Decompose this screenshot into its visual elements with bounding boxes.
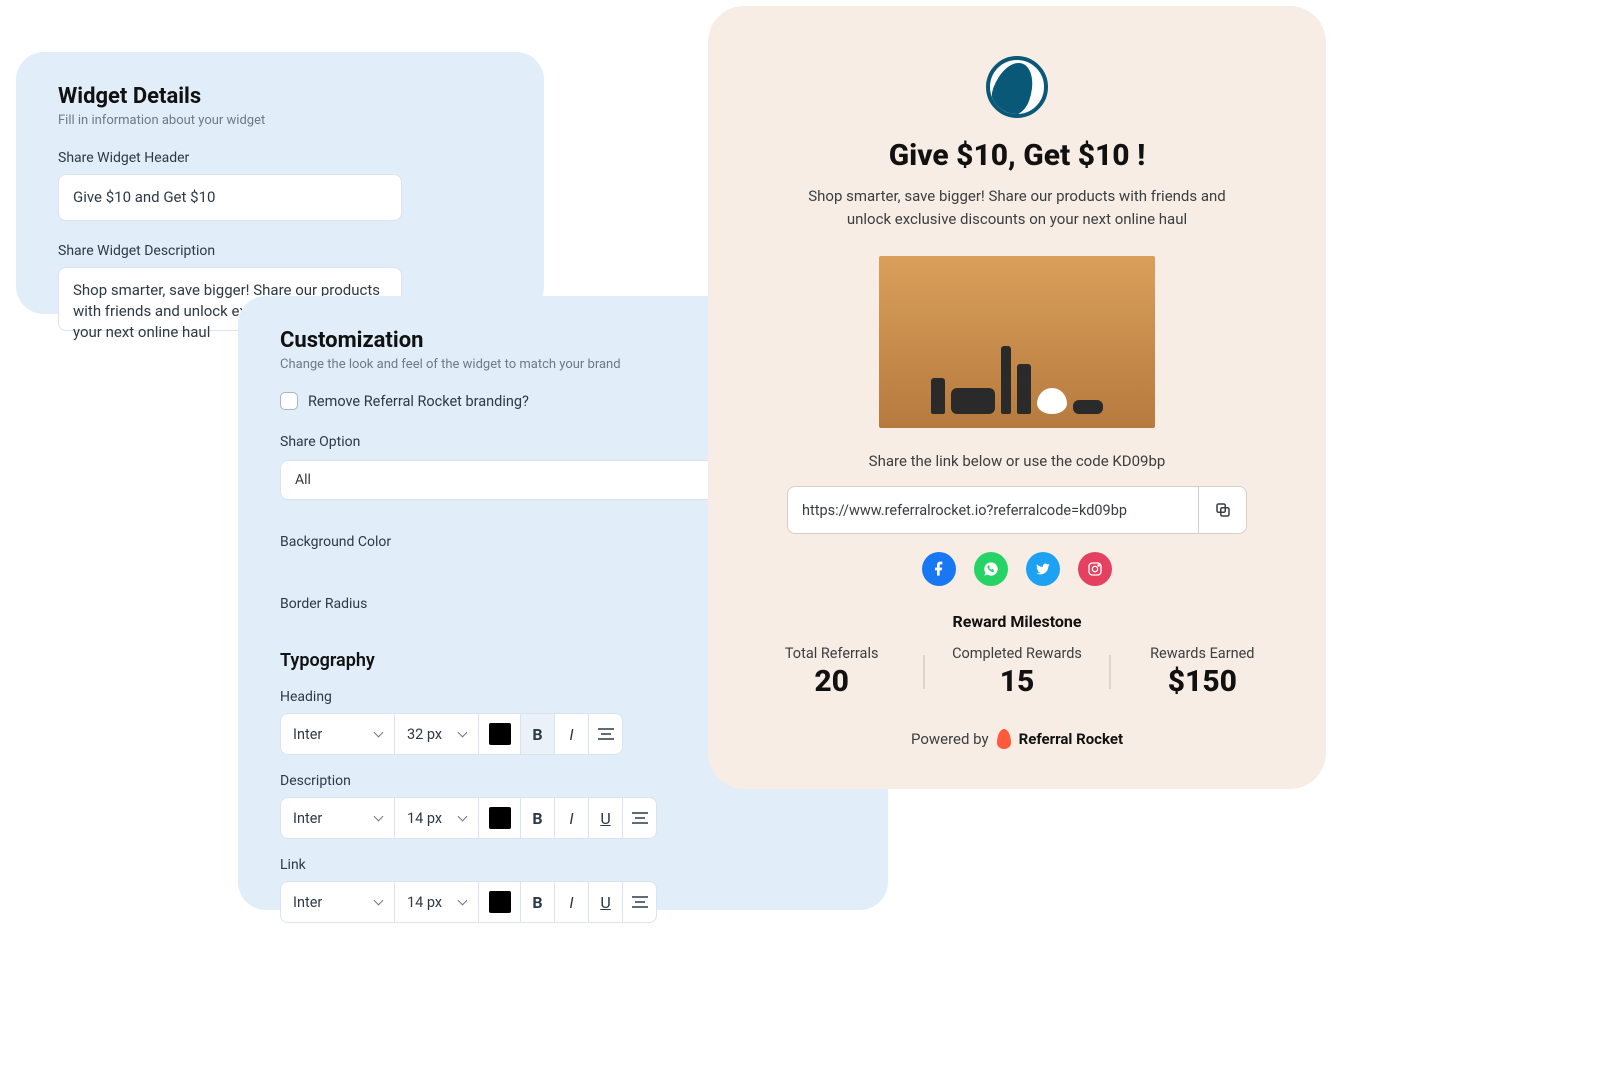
instagram-icon	[1087, 561, 1103, 577]
heading-font-select[interactable]: Inter	[280, 713, 395, 755]
desc-font-select[interactable]: Inter	[280, 797, 395, 839]
font-value: Inter	[293, 894, 322, 911]
link-bold-button[interactable]: B	[521, 881, 555, 923]
border-radius-label: Border Radius	[280, 596, 367, 612]
widget-details-panel: Widget Details Fill in information about…	[16, 52, 544, 314]
font-value: Inter	[293, 726, 322, 743]
brand-logo	[986, 56, 1048, 118]
widget-description: Shop smarter, save bigger! Share our pro…	[787, 185, 1247, 230]
link-typo-row: Inter 14 px B I U	[280, 881, 846, 923]
align-center-icon	[632, 896, 648, 908]
whatsapp-icon	[983, 561, 999, 577]
link-typo-label: Link	[280, 857, 846, 873]
copy-button[interactable]	[1199, 486, 1247, 534]
link-italic-button[interactable]: I	[555, 881, 589, 923]
size-value: 14 px	[407, 894, 442, 911]
link-color-picker[interactable]	[479, 881, 521, 923]
stat-value: $150	[1111, 664, 1294, 699]
product-image	[879, 256, 1155, 428]
twitter-share-button[interactable]	[1026, 552, 1060, 586]
link-underline-button[interactable]: U	[589, 881, 623, 923]
facebook-share-button[interactable]	[922, 552, 956, 586]
share-header-input[interactable]: Give $10 and Get $10	[58, 174, 402, 221]
link-size-select[interactable]: 14 px	[395, 881, 479, 923]
desc-size-select[interactable]: 14 px	[395, 797, 479, 839]
chevron-down-icon	[458, 896, 468, 906]
align-center-icon	[598, 728, 614, 740]
remove-branding-checkbox[interactable]	[280, 392, 298, 410]
panel-subtitle: Fill in information about your widget	[58, 113, 502, 128]
powered-by: Powered by Referral Rocket	[740, 729, 1294, 749]
rocket-icon	[997, 729, 1011, 749]
widget-title: Give $10, Get $10 !	[740, 138, 1294, 173]
align-center-icon	[632, 812, 648, 824]
color-swatch-icon	[489, 891, 511, 913]
whatsapp-share-button[interactable]	[974, 552, 1008, 586]
desc-field-label: Share Widget Description	[58, 243, 502, 259]
heading-color-picker[interactable]	[479, 713, 521, 755]
chevron-down-icon	[458, 728, 468, 738]
stat-earned: Rewards Earned $150	[1111, 645, 1294, 699]
chevron-down-icon	[374, 728, 384, 738]
desc-bold-button[interactable]: B	[521, 797, 555, 839]
powered-label: Powered by	[911, 730, 989, 748]
stat-value: 15	[925, 664, 1108, 699]
link-font-select[interactable]: Inter	[280, 881, 395, 923]
heading-bold-button[interactable]: B	[521, 713, 555, 755]
preview-widget: Give $10, Get $10 ! Shop smarter, save b…	[708, 6, 1326, 789]
stat-total: Total Referrals 20	[740, 645, 923, 699]
copy-icon	[1214, 501, 1232, 519]
chevron-down-icon	[374, 896, 384, 906]
panel-title: Widget Details	[58, 84, 502, 109]
heading-size-select[interactable]: 32 px	[395, 713, 479, 755]
desc-underline-button[interactable]: U	[589, 797, 623, 839]
chevron-down-icon	[458, 812, 468, 822]
bg-color-label: Background Color	[280, 534, 391, 550]
size-value: 32 px	[407, 726, 442, 743]
stat-label: Completed Rewards	[925, 645, 1108, 662]
stats-row: Total Referrals 20 Completed Rewards 15 …	[740, 645, 1294, 699]
color-swatch-icon	[489, 807, 511, 829]
heading-align-button[interactable]	[589, 713, 623, 755]
stat-label: Rewards Earned	[1111, 645, 1294, 662]
referral-link-input[interactable]: https://www.referralrocket.io?referralco…	[787, 486, 1199, 534]
desc-color-picker[interactable]	[479, 797, 521, 839]
chevron-down-icon	[374, 812, 384, 822]
stat-completed: Completed Rewards 15	[925, 645, 1108, 699]
header-field-label: Share Widget Header	[58, 150, 502, 166]
heading-italic-button[interactable]: I	[555, 713, 589, 755]
desc-italic-button[interactable]: I	[555, 797, 589, 839]
desc-align-button[interactable]	[623, 797, 657, 839]
twitter-icon	[1035, 561, 1051, 577]
stat-label: Total Referrals	[740, 645, 923, 662]
stat-value: 20	[740, 664, 923, 699]
instagram-share-button[interactable]	[1078, 552, 1112, 586]
facebook-icon	[931, 561, 947, 577]
font-value: Inter	[293, 810, 322, 827]
color-swatch-icon	[489, 723, 511, 745]
share-instruction: Share the link below or use the code KD0…	[740, 452, 1294, 470]
powered-brand: Referral Rocket	[1019, 730, 1123, 748]
size-value: 14 px	[407, 810, 442, 827]
share-option-value: All	[295, 472, 311, 488]
link-align-button[interactable]	[623, 881, 657, 923]
remove-branding-label: Remove Referral Rocket branding?	[308, 393, 529, 410]
milestone-title: Reward Milestone	[740, 612, 1294, 631]
description-typo-row: Inter 14 px B I U	[280, 797, 846, 839]
